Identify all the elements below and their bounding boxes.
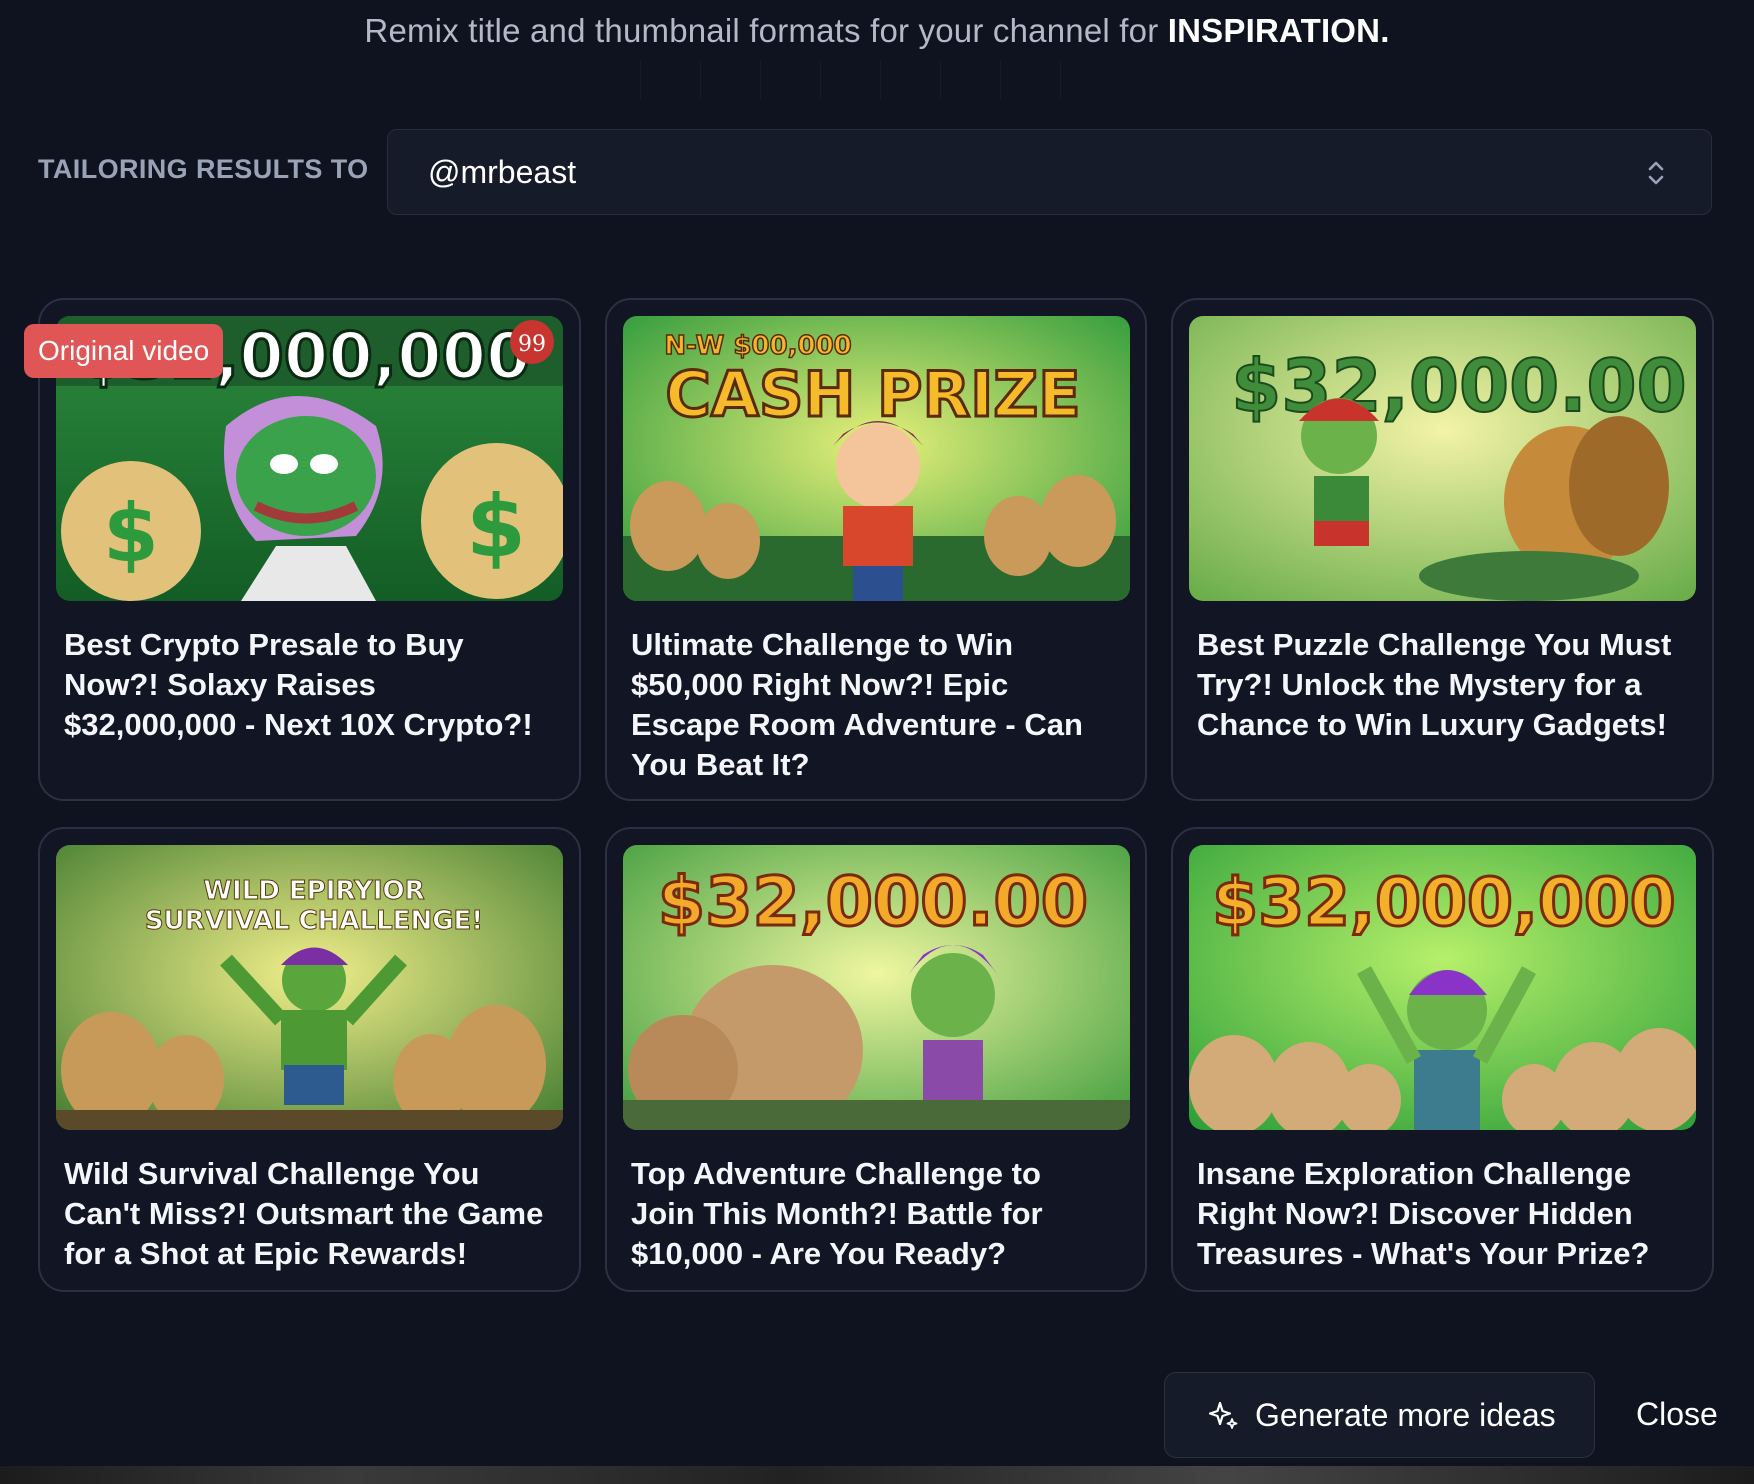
channel-select[interactable]: @mrbeast bbox=[387, 129, 1712, 215]
sparkles-icon bbox=[1208, 1401, 1238, 1429]
thumb-money-text: $32,000.00 bbox=[658, 863, 1088, 942]
subtitle-emphasis: INSPIRATION. bbox=[1167, 12, 1390, 49]
idea-card[interactable]: $32,000.00 Best Puzzle Challenge You Mus… bbox=[1171, 298, 1714, 801]
page-subtitle: Remix title and thumbnail formats for yo… bbox=[0, 12, 1754, 50]
svg-text:$: $ bbox=[466, 477, 526, 577]
video-thumbnail: $32,000.00 bbox=[623, 845, 1130, 1130]
thumbnail-image: $32,000,000 bbox=[1189, 845, 1696, 1130]
thumb-money-text: $32,000,000 bbox=[1212, 864, 1675, 941]
svg-text:$: $ bbox=[103, 487, 159, 580]
card-title: Insane Exploration Challenge Right Now?!… bbox=[1197, 1156, 1650, 1271]
card-title: Best Puzzle Challenge You Must Try?! Unl… bbox=[1197, 627, 1672, 742]
thumbnail-image: $32,000.00 bbox=[1189, 316, 1696, 601]
generate-more-ideas-label: Generate more ideas bbox=[1255, 1397, 1556, 1433]
generate-more-ideas-button[interactable]: Generate more ideas bbox=[1164, 1372, 1595, 1458]
card-title: Best Crypto Presale to Buy Now?! Solaxy … bbox=[64, 627, 533, 742]
thumb-line1-text: WILD EPIRYIOR bbox=[203, 876, 424, 906]
chevron-up-down-icon bbox=[1648, 161, 1664, 185]
channel-select-value: @mrbeast bbox=[428, 154, 577, 190]
original-video-badge: Original video bbox=[24, 324, 224, 378]
tailoring-label: TAILORING RESULTS TO bbox=[38, 154, 369, 184]
thumb-line2-text: SURVIVAL CHALLENGE! bbox=[145, 906, 483, 936]
thumbnail-image: WILD EPIRYIOR SURVIVAL CHALLENGE! bbox=[56, 845, 563, 1130]
video-thumbnail: WILD EPIRYIOR SURVIVAL CHALLENGE! bbox=[56, 845, 563, 1130]
subtitle-text: Remix title and thumbnail formats for yo… bbox=[364, 12, 1159, 49]
idea-card[interactable]: N-W $00,000 CASH PRIZE Ultimate Challeng… bbox=[605, 298, 1147, 801]
video-thumbnail: $32,000.00 bbox=[1189, 316, 1696, 601]
card-title: Top Adventure Challenge to Join This Mon… bbox=[631, 1156, 1043, 1271]
thumbnail-image: N-W $00,000 CASH PRIZE bbox=[623, 316, 1130, 601]
background-content-strip bbox=[0, 1466, 1754, 1484]
thumbnail-image: $32,000.00 bbox=[623, 845, 1130, 1130]
video-thumbnail: $32,000,000 bbox=[1189, 845, 1696, 1130]
thumb-count-text: 99 bbox=[518, 332, 546, 357]
close-button[interactable]: Close bbox=[1636, 1396, 1718, 1433]
idea-card[interactable]: WILD EPIRYIOR SURVIVAL CHALLENGE! Wild S… bbox=[38, 827, 581, 1292]
thumb-headline-text: CASH PRIZE bbox=[665, 358, 1080, 431]
decorative-grid bbox=[640, 60, 1120, 100]
card-title: Wild Survival Challenge You Can't Miss?!… bbox=[64, 1156, 544, 1271]
idea-card[interactable]: $32,000.00 Top Adventure Challenge to Jo… bbox=[605, 827, 1147, 1292]
video-thumbnail: N-W $00,000 CASH PRIZE bbox=[623, 316, 1130, 601]
thumb-money-text: $32,000.00 bbox=[1231, 344, 1686, 428]
card-title: Ultimate Challenge to Win $50,000 Right … bbox=[631, 627, 1083, 782]
thumb-small-text: N-W $00,000 bbox=[664, 331, 852, 361]
idea-card[interactable]: $32,000,000 Insane Exploration Challenge… bbox=[1171, 827, 1714, 1292]
